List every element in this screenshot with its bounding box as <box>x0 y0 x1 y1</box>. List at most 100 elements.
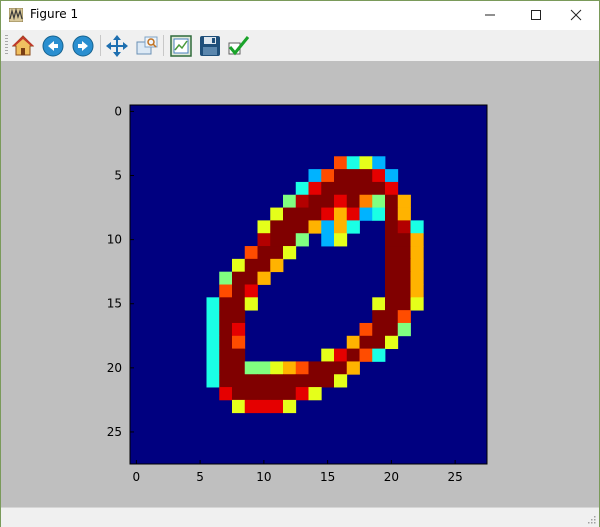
close-button[interactable] <box>553 1 599 29</box>
heatmap-cell <box>372 335 386 350</box>
heatmap-cell <box>321 233 335 247</box>
heatmap-cell <box>397 207 411 221</box>
heatmap-cell <box>257 220 271 234</box>
heatmap-cell <box>219 374 233 388</box>
heatmap-cell <box>372 348 386 362</box>
heatmap-cell <box>372 194 386 208</box>
heatmap-cell <box>244 284 258 298</box>
y-tick-label: 15 <box>107 297 122 311</box>
heatmap-cell <box>410 233 424 247</box>
x-tick-label: 25 <box>447 470 462 484</box>
heatmap-cell <box>346 181 360 196</box>
heatmap-cell <box>219 361 233 375</box>
y-tick-label: 5 <box>114 169 122 183</box>
toolbar-grip[interactable] <box>5 35 8 55</box>
heatmap-cell <box>397 246 411 260</box>
resize-grip-icon[interactable] <box>586 514 596 524</box>
heatmap-cell <box>308 207 322 221</box>
subplots-button[interactable] <box>169 34 193 58</box>
close-icon <box>570 9 582 21</box>
heatmap-cell <box>308 194 322 208</box>
heatmap-cell <box>308 374 322 388</box>
heatmap-cell <box>385 207 399 221</box>
heatmap-cell <box>206 310 220 324</box>
zoom-rect-icon <box>136 36 158 55</box>
heatmap-cell <box>321 207 335 221</box>
navigation-toolbar <box>1 30 599 62</box>
heatmap-cell <box>244 258 258 273</box>
heatmap-cell <box>385 284 399 298</box>
y-tick-label: 25 <box>107 425 122 439</box>
heatmap-cell <box>397 194 411 208</box>
heatmap-cell <box>321 374 335 388</box>
edit-axes-button[interactable] <box>227 34 251 58</box>
heatmap-cell <box>385 246 399 260</box>
heatmap-cell <box>346 194 360 208</box>
heatmap-cell <box>270 246 284 260</box>
back-button[interactable] <box>41 34 65 58</box>
heatmap-cell <box>410 258 424 273</box>
minimize-icon <box>485 14 495 16</box>
heatmap-cell <box>219 322 233 337</box>
heatmap-cell <box>321 169 335 183</box>
heatmap-cell <box>397 310 411 324</box>
heatmap-cell <box>385 297 399 311</box>
heatmap-cell <box>232 399 246 414</box>
heatmap-cell <box>257 233 271 247</box>
heatmap-cell <box>308 387 322 401</box>
heatmap-cell <box>232 322 246 337</box>
heatmap-cell <box>283 207 297 221</box>
heatmap-cell <box>270 387 284 401</box>
heatmap-cell <box>283 194 297 208</box>
x-tick-label: 0 <box>133 470 141 484</box>
heatmap-cell <box>206 322 220 337</box>
heatmap-cell <box>206 297 220 311</box>
heatmap-cell <box>295 387 309 401</box>
heatmap-cell <box>283 387 297 401</box>
heatmap-cell <box>257 271 271 285</box>
heatmap-cell <box>385 310 399 324</box>
heatmap-cell <box>283 399 297 414</box>
heatmap-cell <box>308 220 322 234</box>
heatmap-cell <box>346 169 360 183</box>
heatmap-cell <box>270 233 284 247</box>
heatmap-cell <box>397 233 411 247</box>
heatmap-cell <box>410 271 424 285</box>
heatmap-cell <box>295 361 309 375</box>
x-tick-label: 20 <box>384 470 399 484</box>
heatmap-cell <box>334 181 348 196</box>
heatmap-cell <box>397 284 411 298</box>
pan-button[interactable] <box>105 34 129 58</box>
heatmap-cell <box>232 284 246 298</box>
heatmap-cell <box>359 322 373 337</box>
heatmap-plot[interactable]: 0 5 10 15 20 25 0 5 10 15 20 25 <box>1 61 599 507</box>
heatmap-cell <box>232 335 246 350</box>
heatmap-cell <box>410 246 424 260</box>
heatmap-cell <box>295 220 309 234</box>
heatmap-cell <box>321 361 335 375</box>
home-button[interactable] <box>11 34 35 58</box>
heatmap-cell <box>346 220 360 234</box>
minimize-button[interactable] <box>467 1 513 29</box>
zoom-button[interactable] <box>135 34 159 58</box>
forward-button[interactable] <box>71 34 95 58</box>
status-bar <box>1 507 599 527</box>
heatmap-cell <box>385 258 399 273</box>
back-arrow-icon <box>42 35 64 57</box>
heatmap-cell <box>283 246 297 260</box>
heatmap-cell <box>385 322 399 337</box>
title-bar[interactable]: Figure 1 <box>1 1 599 29</box>
x-tick-label: 5 <box>196 470 204 484</box>
heatmap-cell <box>359 194 373 208</box>
heatmap-cell <box>346 335 360 350</box>
figure-canvas[interactable]: 0 5 10 15 20 25 0 5 10 15 20 25 <box>1 61 599 507</box>
heatmap-cell <box>385 220 399 234</box>
heatmap-cell <box>257 361 271 375</box>
checkmark-icon <box>228 36 250 56</box>
heatmap-cell <box>270 207 284 221</box>
heatmap-cell <box>385 181 399 196</box>
heatmap-cell <box>283 220 297 234</box>
heatmap-cell <box>359 207 373 221</box>
save-button[interactable] <box>198 34 222 58</box>
heatmap-cell <box>232 387 246 401</box>
